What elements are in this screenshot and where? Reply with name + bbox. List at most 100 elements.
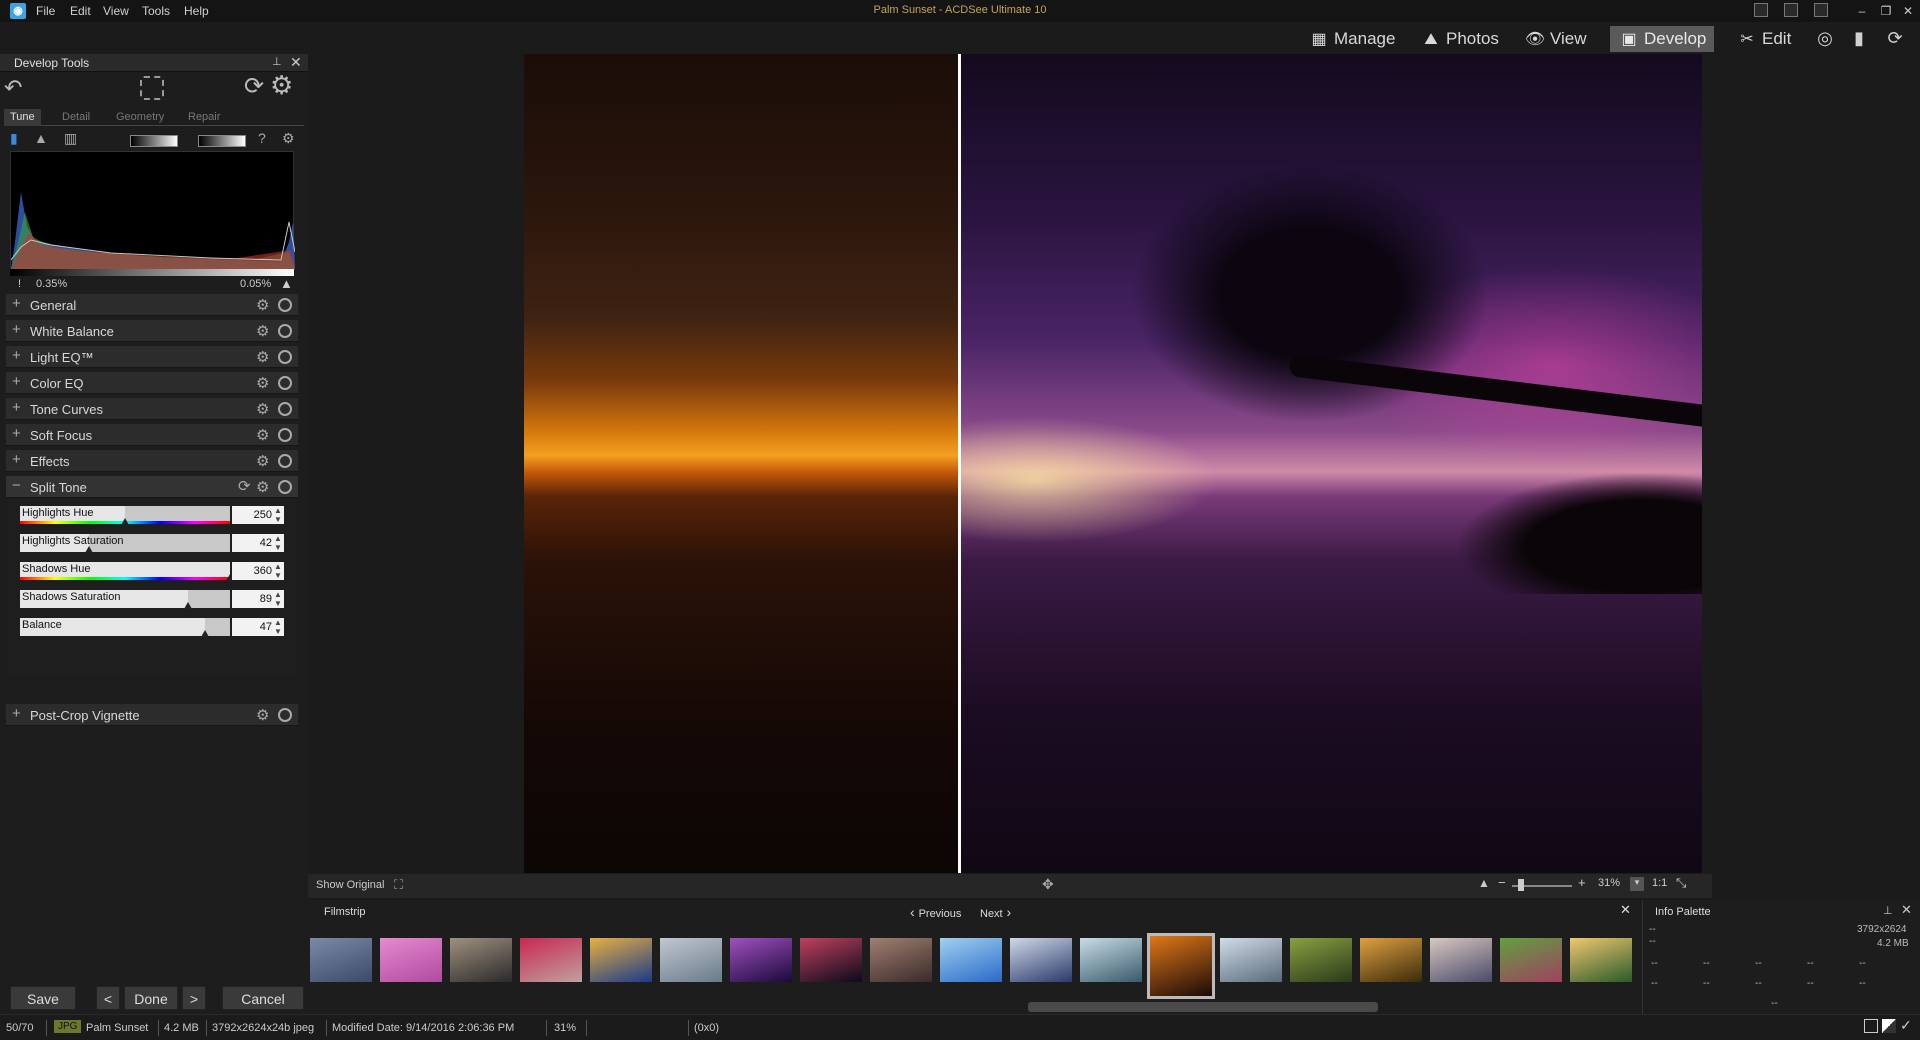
gear-icon[interactable]: ⚙: [256, 400, 269, 418]
mountain-icon[interactable]: ▲: [1478, 876, 1490, 890]
close-info-icon[interactable]: ✕: [1901, 902, 1912, 918]
group-soft-focus[interactable]: + Soft Focus ⚙: [6, 424, 298, 446]
save-button[interactable]: Save: [10, 986, 76, 1010]
group-light-eq[interactable]: + Light EQ™ ⚙: [6, 346, 298, 368]
layout-right-icon[interactable]: [1814, 3, 1828, 17]
highlight-gradient[interactable]: [198, 135, 246, 147]
restore-icon[interactable]: ❐: [1876, 2, 1896, 20]
gear-icon[interactable]: ⚙: [256, 706, 269, 724]
toggle-icon[interactable]: [278, 376, 292, 390]
thumbnail[interactable]: [450, 938, 512, 982]
clip-shadow-icon[interactable]: !: [18, 278, 21, 290]
gear-icon[interactable]: ⚙: [256, 348, 269, 366]
mode-manage[interactable]: ▦ Manage: [1300, 26, 1403, 52]
expand-icon[interactable]: +: [12, 321, 21, 338]
mode-develop[interactable]: ▣ Develop: [1610, 26, 1715, 52]
toggle-icon[interactable]: [278, 298, 292, 312]
clip-highlight-icon[interactable]: ▲: [280, 276, 293, 291]
tab-repair[interactable]: Repair: [182, 109, 226, 126]
zoom-slider-knob[interactable]: [1518, 879, 1524, 891]
gear-icon[interactable]: ⚙: [256, 426, 269, 444]
reset-icon[interactable]: ⟳: [238, 477, 251, 495]
gear-icon[interactable]: ⚙: [256, 452, 269, 470]
expand-icon[interactable]: +: [12, 295, 21, 312]
thumbnail[interactable]: [1220, 938, 1282, 982]
layout-bottom-icon[interactable]: [1784, 3, 1798, 17]
compare-icon[interactable]: [1882, 1019, 1896, 1033]
thumbnail[interactable]: [730, 938, 792, 982]
thumbnail[interactable]: [1360, 938, 1422, 982]
expand-icon[interactable]: +: [12, 399, 21, 416]
channel-icon[interactable]: ▥: [64, 130, 77, 147]
slider-knob[interactable]: [201, 630, 209, 637]
collapse-icon[interactable]: −: [12, 477, 21, 494]
slider-shadows-saturation[interactable]: Shadows Saturation 89 ▲ ▼: [20, 590, 286, 612]
thumbnail[interactable]: [940, 938, 1002, 982]
slider-shadows-hue[interactable]: Shadows Hue 360 ▲ ▼: [20, 562, 286, 584]
fullscreen-icon[interactable]: ⛶: [394, 877, 403, 893]
gear-icon[interactable]: ⚙: [256, 296, 269, 314]
mode-photos[interactable]: ⛰ Photos: [1412, 26, 1507, 52]
actual-size-button[interactable]: 1:1: [1652, 877, 1667, 889]
thumbnail[interactable]: [380, 938, 442, 982]
close-icon[interactable]: ✕: [1898, 2, 1918, 20]
thumbnail[interactable]: [1010, 938, 1072, 982]
slider-knob[interactable]: [184, 602, 192, 609]
thumbnail[interactable]: [800, 938, 862, 982]
thumbnail[interactable]: [310, 938, 372, 982]
fit-icon[interactable]: ⤡: [1676, 875, 1686, 891]
group-effects[interactable]: + Effects ⚙: [6, 450, 298, 472]
warning-icon[interactable]: ▲: [34, 130, 48, 146]
stats-icon[interactable]: ▮: [1846, 26, 1872, 50]
settings-icon[interactable]: ⚙: [270, 70, 293, 101]
shadow-gradient[interactable]: [130, 135, 178, 147]
slider-knob[interactable]: [85, 546, 93, 553]
show-original-button[interactable]: Show Original: [316, 879, 384, 891]
layout-left-icon[interactable]: [1754, 3, 1768, 17]
toggle-icon[interactable]: [278, 350, 292, 364]
slider-highlights-hue[interactable]: Highlights Hue 250 ▲ ▼: [20, 506, 286, 528]
group-post-crop-vignette[interactable]: + Post-Crop Vignette ⚙: [6, 704, 298, 726]
reset-icon[interactable]: ⟳: [244, 72, 264, 101]
next-button[interactable]: Next ›: [980, 904, 1011, 920]
undo-icon[interactable]: ↶: [4, 75, 22, 101]
photo-canvas[interactable]: [524, 54, 1702, 873]
slider-knob[interactable]: [121, 518, 129, 525]
thumbnail[interactable]: [1570, 938, 1632, 982]
group-tone-curves[interactable]: + Tone Curves ⚙: [6, 398, 298, 420]
histogram-icon[interactable]: ▮: [10, 130, 18, 147]
previous-button[interactable]: ‹ Previous: [910, 904, 961, 920]
slider-balance[interactable]: Balance 47 ▲ ▼: [20, 618, 286, 640]
thumbnail-selected[interactable]: [1147, 933, 1215, 999]
toggle-icon[interactable]: [278, 428, 292, 442]
checkmark-icon[interactable]: ✓: [1900, 1017, 1912, 1034]
group-color-eq[interactable]: + Color EQ ⚙: [6, 372, 298, 394]
gear-icon[interactable]: ⚙: [256, 322, 269, 340]
filmstrip-scrollbar[interactable]: [1028, 1002, 1378, 1012]
minimize-icon[interactable]: –: [1852, 2, 1872, 20]
expand-icon[interactable]: +: [12, 451, 21, 468]
tab-geometry[interactable]: Geometry: [110, 109, 170, 126]
previous-image-button[interactable]: <: [96, 986, 120, 1010]
spinner-icon[interactable]: ▲ ▼: [274, 618, 282, 636]
spinner-icon[interactable]: ▲ ▼: [274, 534, 282, 552]
histogram-settings-icon[interactable]: ⚙: [282, 130, 295, 147]
pin-icon[interactable]: ⊥: [272, 55, 282, 68]
view-mode-icon[interactable]: [1864, 1019, 1878, 1033]
group-split-tone[interactable]: − Split Tone ⟳ ⚙: [6, 476, 298, 498]
zoom-dropdown-icon[interactable]: ▾: [1630, 877, 1644, 891]
tab-detail[interactable]: Detail: [56, 109, 96, 126]
expand-icon[interactable]: +: [12, 347, 21, 364]
thumbnail[interactable]: [870, 938, 932, 982]
mode-edit[interactable]: ✂ Edit: [1728, 26, 1799, 52]
spinner-icon[interactable]: ▲ ▼: [274, 506, 282, 524]
expand-icon[interactable]: +: [12, 705, 21, 722]
thumbnail[interactable]: [660, 938, 722, 982]
thumbnail[interactable]: [1500, 938, 1562, 982]
close-filmstrip-icon[interactable]: ✕: [1620, 902, 1631, 918]
spinner-icon[interactable]: ▲ ▼: [274, 590, 282, 608]
next-image-button[interactable]: >: [182, 986, 206, 1010]
gear-icon[interactable]: ⚙: [256, 478, 269, 496]
mode-view[interactable]: 👁 View: [1516, 26, 1595, 52]
toggle-icon[interactable]: [278, 402, 292, 416]
